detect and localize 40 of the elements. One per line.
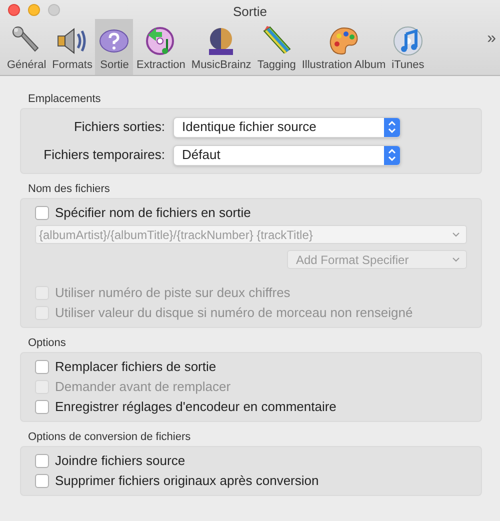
toolbar-tab[interactable]: Extraction (133, 19, 188, 75)
disc-note-icon (144, 25, 177, 57)
field-label: Fichiers temporaires: (42, 146, 166, 164)
toolbar-tab[interactable]: Tagging (254, 19, 299, 75)
checkbox[interactable] (35, 360, 49, 374)
toolbar-tab[interactable]: Illustration Album (298, 19, 389, 75)
checkbox[interactable] (35, 474, 49, 488)
zoom-button[interactable] (48, 4, 60, 16)
checkbox[interactable] (35, 206, 49, 220)
checkbox[interactable] (35, 454, 49, 468)
checkbox-label: Demander avant de remplacer (55, 378, 231, 396)
window-title: Sortie (233, 3, 267, 21)
toolbar-tab[interactable]: Sortie (95, 19, 134, 75)
section-title: Options (27, 336, 66, 350)
section-title: Nom des fichiers (27, 182, 110, 196)
close-button[interactable] (8, 4, 20, 16)
chevron-down-icon (452, 232, 460, 237)
chevron-down-icon (452, 257, 460, 262)
checkbox-label: Spécifier nom de fichiers en sortie (55, 204, 251, 222)
checkbox-label: Supprimer fichiers originaux après conversion (55, 472, 319, 490)
checkbox-label: Enregistrer réglages d'encodeur en commentaire (55, 398, 336, 416)
checkbox-label: Joindre fichiers source (55, 452, 186, 470)
checkbox-label: Remplacer fichiers de sortie (55, 358, 216, 376)
field-label: Fichiers sorties: (72, 118, 166, 136)
checkbox[interactable] (35, 400, 49, 414)
toolbar-tab[interactable]: iTunes (388, 19, 428, 75)
section-title: Emplacements (27, 92, 101, 106)
overflow-button[interactable]: » (487, 27, 496, 51)
minimize-button[interactable] (28, 4, 40, 16)
music-disc-icon (392, 25, 424, 57)
checkbox-label: Utiliser valeur du disque si numéro de morceau non renseigné (55, 304, 413, 322)
stepper-arrows-icon (384, 118, 400, 136)
stepper-arrows-icon (384, 146, 400, 164)
toolbar-tab[interactable]: Général (4, 19, 50, 75)
toolbar-tab[interactable]: MusicBrainz (188, 19, 254, 75)
popup-button[interactable]: Identique fichier source (173, 116, 401, 138)
section-title: Options de conversion de fichiers (27, 430, 191, 444)
toolbar-tab[interactable]: Formats (49, 19, 96, 75)
checkbox-label: Utiliser numéro de piste sur deux chiffres (55, 284, 290, 302)
popup-button[interactable]: Défaut (173, 144, 401, 166)
